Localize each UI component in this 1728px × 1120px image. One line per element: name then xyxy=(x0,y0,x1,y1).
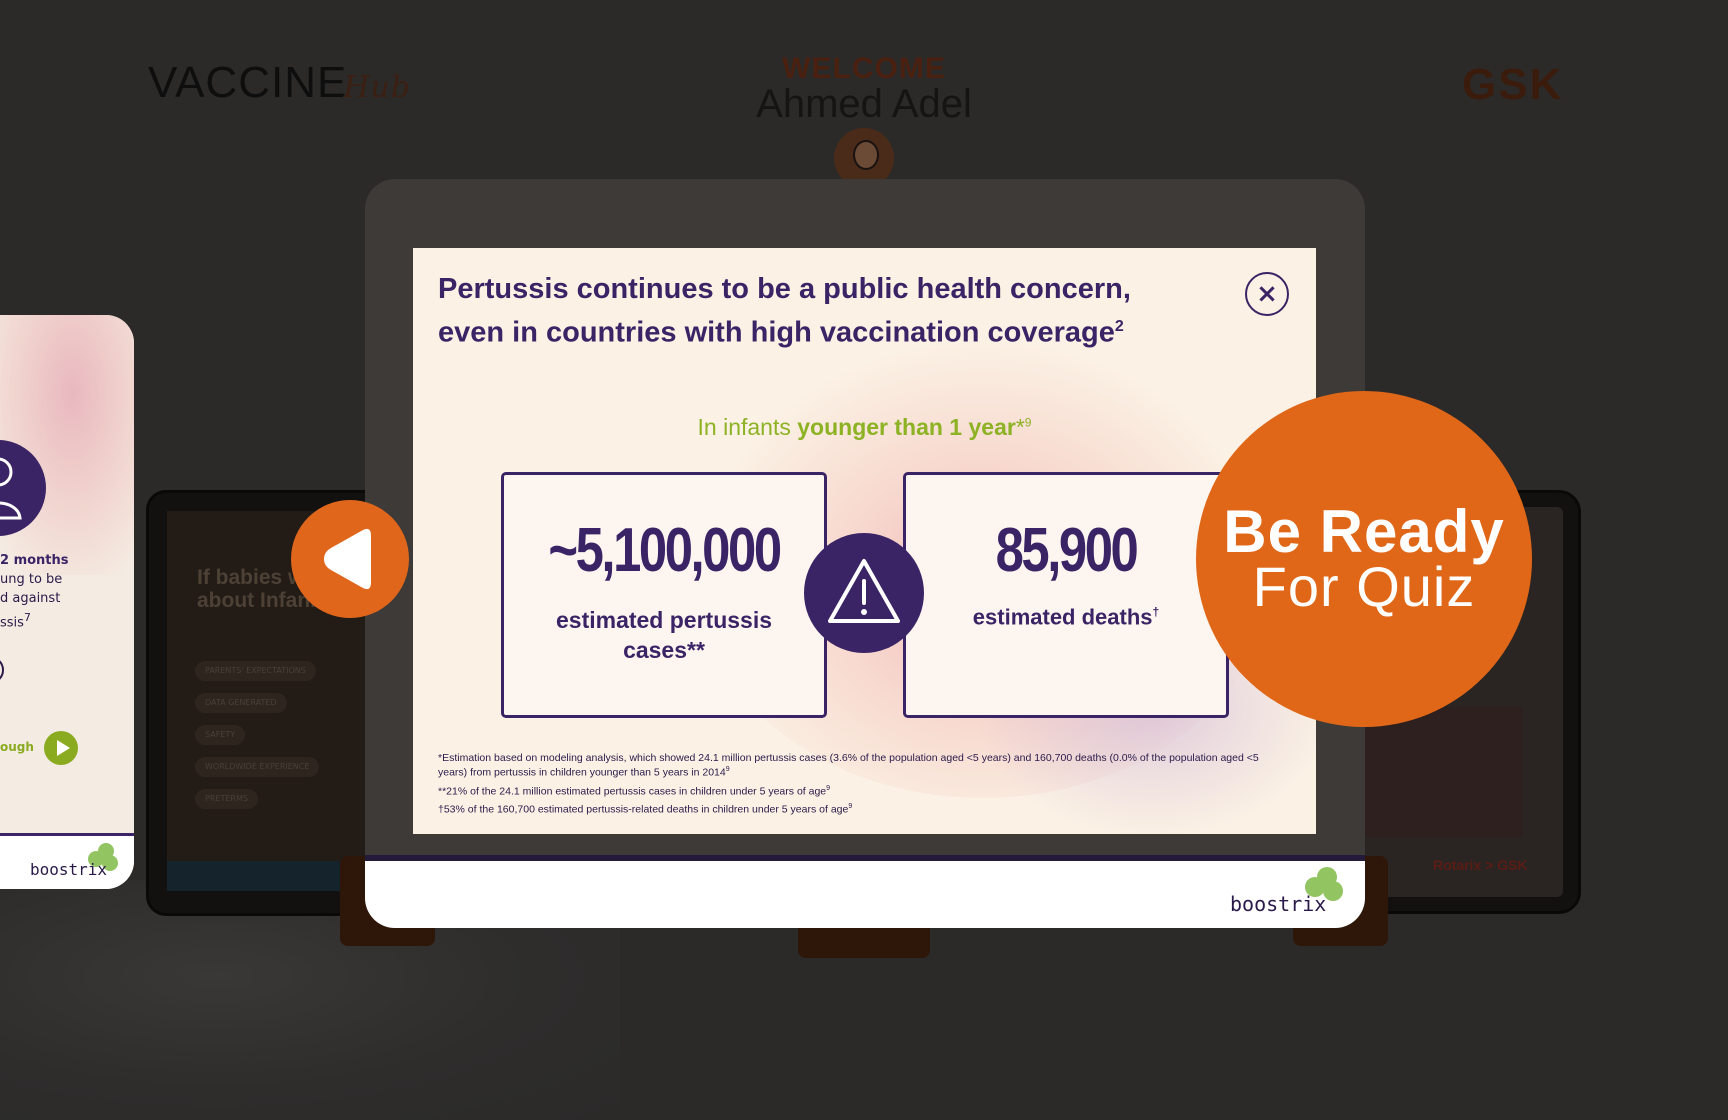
stat-deaths-card: 85,900 estimated deaths† xyxy=(903,472,1229,718)
previous-button[interactable] xyxy=(291,500,409,618)
warning-triangle-icon xyxy=(804,533,924,653)
stat-cases-card: ~5,100,000 estimated pertussis cases** xyxy=(501,472,827,718)
boostrix-logo: boostrix xyxy=(1230,892,1327,916)
modal-title-line2: even in countries with high vaccination … xyxy=(438,316,1115,349)
quiz-badge-line2: For Quiz xyxy=(1252,555,1476,618)
avatar-head xyxy=(853,140,879,170)
close-button[interactable]: × xyxy=(1245,272,1289,316)
boostrix-logo: boostrix xyxy=(30,860,108,879)
stat-deaths-value: 85,900 xyxy=(995,516,1139,585)
stat-deaths-ref: † xyxy=(1152,605,1160,619)
footnote-1: *Estimation based on modeling analysis, … xyxy=(438,752,1259,779)
tablet-pill-experience[interactable]: WORLDWIDE EXPERIENCE xyxy=(195,757,320,777)
left-card-line2: ung to be xyxy=(0,572,63,587)
stat-deaths-label: estimated deaths xyxy=(972,604,1153,630)
tablet-pill-preterms[interactable]: PRETERMS xyxy=(195,789,258,809)
left-card-line1: 2 months xyxy=(0,553,69,568)
footnote-2: **21% of the 24.1 million estimated pert… xyxy=(438,784,831,798)
subheading: In infants younger than 1 year*9 xyxy=(413,414,1316,441)
modal-title-line1: Pertussis continues to be a public healt… xyxy=(438,273,1131,305)
left-card-line3: d against xyxy=(0,591,61,606)
tablet-pill-expectations[interactable]: PARENTS' EXPECTATIONS xyxy=(195,661,316,681)
footnotes: *Estimation based on modeling analysis, … xyxy=(438,752,1278,820)
rotarix-logo: Rotarix > GSK xyxy=(1433,857,1528,873)
tablet-pill-safety[interactable]: SAFETY xyxy=(195,725,246,745)
close-icon: × xyxy=(1256,279,1278,309)
minus-circle-icon[interactable] xyxy=(0,653,8,687)
top-header: VACCINEHub WELCOME Ahmed Adel GSK xyxy=(0,0,1728,188)
subheading-mark: * xyxy=(1015,414,1025,440)
user-icon xyxy=(0,440,46,536)
previous-arrow-icon xyxy=(324,528,371,590)
stat-cases-value: ~5,100,000 xyxy=(548,516,782,585)
play-icon[interactable] xyxy=(44,731,78,765)
cough-link-label[interactable]: ough xyxy=(0,740,34,754)
gsk-logo: GSK xyxy=(1462,60,1564,109)
left-slide-card[interactable]: 2 months ung to be d against ssis7 ough … xyxy=(0,315,134,889)
stat-cases-label: estimated pertussis cases** xyxy=(555,607,773,663)
subheading-strong: younger than 1 year xyxy=(797,414,1016,440)
stat-deaths-label-wrap: estimated deaths† xyxy=(926,597,1206,632)
subheading-prefix: In infants xyxy=(697,414,798,440)
modal-title: Pertussis continues to be a public healt… xyxy=(438,270,1198,352)
left-card-line4: ssis xyxy=(0,615,24,631)
footnote-3: †53% of the 160,700 estimated pertussis-… xyxy=(438,803,853,816)
left-card-text: 2 months ung to be d against ssis7 xyxy=(0,551,69,632)
device-footer xyxy=(365,861,1365,928)
tablet-pill-data[interactable]: DATA GENERATED xyxy=(195,693,287,713)
modal-title-ref: 2 xyxy=(1114,318,1124,335)
quiz-badge[interactable]: Be Ready For Quiz xyxy=(1196,391,1532,727)
info-modal: Pertussis continues to be a public healt… xyxy=(413,248,1316,834)
left-card-line4-sup: 7 xyxy=(23,611,31,624)
subheading-ref: 9 xyxy=(1024,415,1032,430)
